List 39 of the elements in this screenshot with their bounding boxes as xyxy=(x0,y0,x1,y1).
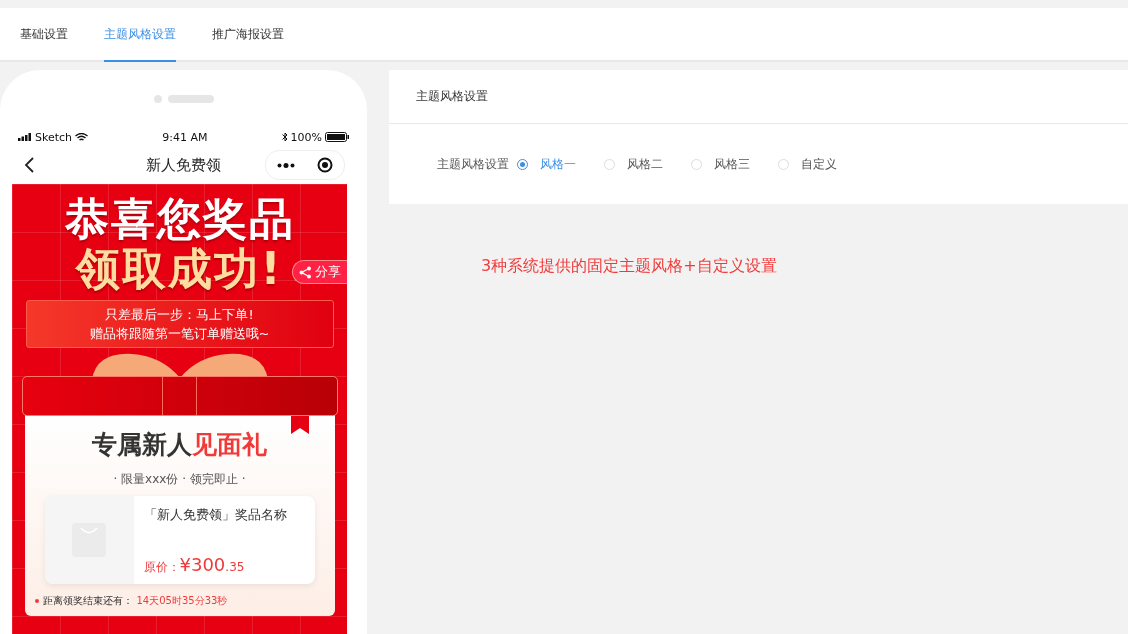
countdown-time: 14天05时35分33秒 xyxy=(136,594,228,608)
share-button[interactable]: 分享 xyxy=(292,260,347,284)
signal-icon xyxy=(18,133,32,141)
clock-label: 9:41 AM xyxy=(162,130,208,144)
product-price: 原价：¥300.35 xyxy=(143,554,246,576)
radio-option[interactable]: 风格二 xyxy=(604,155,663,173)
camera-dot xyxy=(153,95,162,103)
gift-title: 专属新人见面礼 xyxy=(92,429,267,461)
product-card[interactable]: 「新人免费领」奖品名称 原价：¥300.35 xyxy=(44,496,315,584)
notice-text: 只差最后一步：马上下单! xyxy=(105,306,254,324)
radio-option[interactable]: 风格一 xyxy=(517,155,576,173)
bullet-dot xyxy=(34,599,39,603)
headline: 领取成功! xyxy=(76,244,283,294)
notice-text: 赠品将跟随第一笔订单赠送哦~ xyxy=(89,325,270,343)
ribbon-icon xyxy=(290,414,309,434)
battery-label: 100% xyxy=(290,130,322,144)
tab[interactable]: 基础设置 xyxy=(20,8,68,62)
headline: 恭喜您奖品 xyxy=(64,194,295,244)
battery-icon xyxy=(325,132,349,142)
close-icon[interactable] xyxy=(317,157,333,173)
more-icon[interactable] xyxy=(277,162,295,168)
panel-title: 主题风格设置 xyxy=(416,88,488,105)
field-label: 主题风格设置 xyxy=(437,155,509,173)
page-title: 新人免费领 xyxy=(146,155,221,175)
tab[interactable]: 推广海报设置 xyxy=(212,8,284,62)
radio-option[interactable]: 自定义 xyxy=(778,155,837,173)
gift-subtitle: · 限量xxx份 · 领完即止 · xyxy=(113,471,246,488)
radio-option[interactable]: 风格三 xyxy=(691,155,750,173)
annotation-note: 3种系统提供的固定主题风格+自定义设置 xyxy=(481,256,778,277)
share-icon xyxy=(299,265,312,279)
back-icon[interactable] xyxy=(24,157,34,173)
carrier-label: Sketch xyxy=(35,130,73,144)
bluetooth-icon xyxy=(281,132,288,142)
product-name: 「新人免费领」奖品名称 xyxy=(143,506,288,524)
tab[interactable]: 主题风格设置 xyxy=(104,8,176,62)
speaker-slot xyxy=(167,95,214,103)
wifi-icon xyxy=(75,132,89,142)
countdown-label: 距离领奖结束还有： xyxy=(42,594,133,608)
capsule-menu[interactable] xyxy=(265,150,345,180)
